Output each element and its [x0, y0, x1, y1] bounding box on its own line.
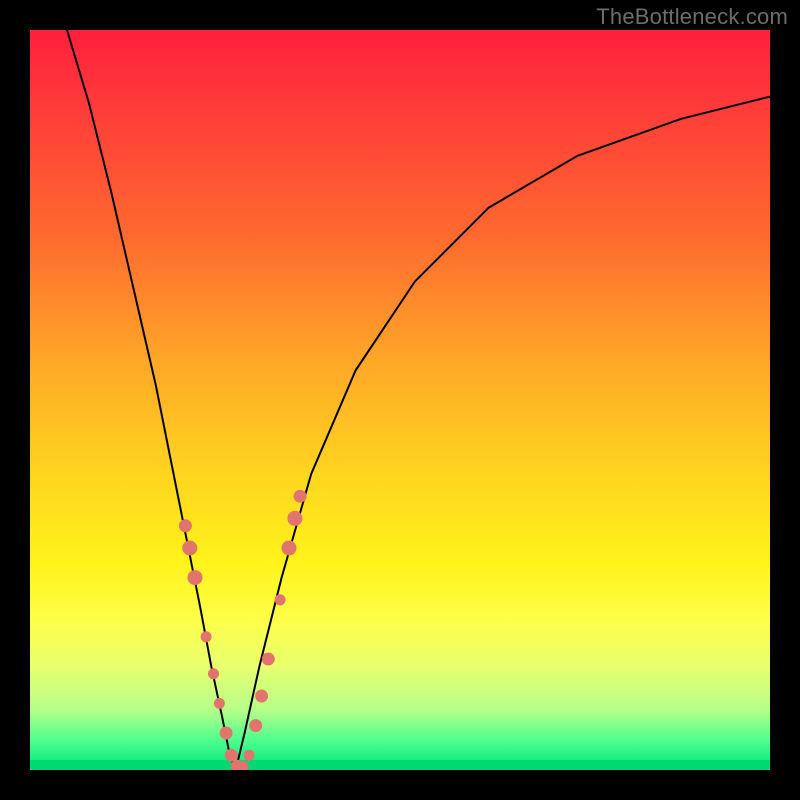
data-marker — [179, 520, 191, 532]
watermark-text: TheBottleneck.com — [596, 4, 788, 30]
data-marker — [225, 749, 237, 761]
data-marker — [250, 720, 262, 732]
data-marker — [294, 490, 306, 502]
data-marker — [282, 541, 296, 555]
data-marker — [188, 571, 202, 585]
data-marker — [256, 690, 268, 702]
data-marker — [220, 727, 232, 739]
data-markers — [179, 490, 306, 770]
data-marker — [262, 653, 274, 665]
data-marker — [183, 541, 197, 555]
data-marker — [244, 750, 254, 760]
data-marker — [209, 669, 219, 679]
data-marker — [288, 511, 302, 525]
data-marker — [214, 698, 224, 708]
data-marker — [238, 761, 248, 770]
chart-svg — [30, 30, 770, 770]
data-marker — [275, 595, 285, 605]
curve-right — [236, 97, 770, 770]
plot-area — [30, 30, 770, 770]
outer-frame: TheBottleneck.com — [0, 0, 800, 800]
curve-left — [67, 30, 236, 770]
data-marker — [201, 632, 211, 642]
